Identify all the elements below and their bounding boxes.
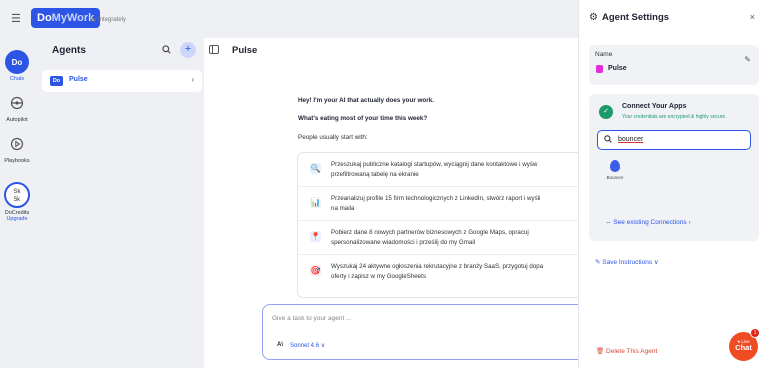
suggestion-item[interactable]: 📊 Przeanalizuj profile 15 firm technolog… [298,187,586,221]
notification-badge: 1 [750,328,760,338]
app-search-value: bouncer [618,136,644,143]
connect-subtitle: Your credentials are encrypted & highly … [622,114,727,120]
search-icon [604,135,612,145]
suggestion-line2: oferty i zapisz w my GoogleSheets [331,272,426,280]
search-icon: 🔍 [310,163,321,174]
name-card: Name Pulse ✎ [589,45,759,85]
play-icon [5,132,29,156]
credits-ring: Sk 5k [4,182,30,208]
question-text: What's eating most of your time this wee… [298,115,428,122]
live-chat-button[interactable]: ● Live Chat 1 [729,328,760,361]
rail-playbooks[interactable]: Playbooks [0,132,34,164]
task-input[interactable]: Give a task to your agent ... A\ Sonnet … [262,304,592,360]
pencil-icon[interactable]: ✎ [744,55,751,64]
by-integrately-label: by Integrately [90,17,127,23]
suggestion-line2: przefiltrowaną tabelę na ekranie [331,170,419,178]
rail-playbooks-label: Playbooks [4,158,30,164]
agent-name: Pulse [69,76,88,83]
logo-mywork: MyWork [51,12,95,24]
rail-chats[interactable]: Do Chats [0,50,34,82]
close-icon[interactable]: × [750,12,755,22]
prompt-text: People usually start with: [298,134,368,141]
target-icon: 🎯 [310,265,321,276]
settings-title: Agent Settings [602,12,670,23]
suggestion-line2: spersonalizowane wiadomości i prześlij d… [331,238,476,246]
logo-do: Do [37,12,52,24]
live-chat-label: Chat [735,343,752,352]
agent-name-value: Pulse [608,65,627,72]
suggestion-line1: Przeszukaj publiczne katalogi startupów,… [331,161,538,168]
name-label: Name [595,51,613,58]
top-bar: ☰ DoMyWork by Integrately [0,0,578,38]
suggestion-item[interactable]: 📍 Pobierz dane 8 nowych partnerów biznes… [298,221,586,255]
chevron-right-icon: › [191,75,194,84]
rail-docredits[interactable]: Sk 5k DoCredits Upgrade [0,182,34,222]
gear-icon: ⚙ [589,12,598,23]
bouncer-app-tile[interactable]: Bouncer [599,156,631,194]
suggestion-line1: Pobierz dane 8 nowych partnerów biznesow… [331,229,529,236]
task-placeholder: Give a task to your agent ... [272,315,352,322]
agents-panel: Agents + Do Pulse › [38,38,204,368]
suggestions-list: 🔍 Przeszukaj publiczne katalogi startupó… [297,152,587,298]
app-search-input[interactable]: bouncer [597,130,751,150]
credits-bottom: 5k [13,197,21,203]
model-selector[interactable]: Sonnet 4.6 ∨ [290,342,325,349]
suggestion-item[interactable]: 🎯 Wyszukaj 24 aktywne ogłoszenia rekruta… [298,255,586,289]
agent-color-swatch[interactable] [596,65,603,73]
chat-title: Pulse [232,45,258,56]
see-connections-link[interactable]: ⇔ See existing Connections › [605,219,691,226]
bouncer-app-name: Bouncer [606,175,624,180]
suggestion-line1: Wyszukaj 24 aktywne ogłoszenia rekrutacy… [331,263,544,270]
greeting-text: Hey! I'm your AI that actually does your… [298,97,434,104]
anthropic-icon: A\ [277,342,283,348]
suggestion-line1: Przeanalizuj profile 15 firm technologic… [331,195,541,202]
chart-icon: 📊 [310,197,321,208]
add-agent-button[interactable]: + [180,42,196,58]
credits-top: Sk [13,189,21,195]
agent-settings-panel: ⚙ Agent Settings × Name Pulse ✎ ✓ Connec… [578,0,768,368]
chat-main: Pulse Hey! I'm your AI that actually doe… [204,38,592,368]
suggestion-item[interactable]: 🔍 Przeszukaj publiczne katalogi startupó… [298,153,586,187]
agents-title: Agents [52,45,86,56]
map-pin-icon: 📍 [310,231,321,242]
agent-row-pulse[interactable]: Do Pulse › [42,70,202,92]
rail-autopilot-label: Autopilot [6,117,28,123]
delete-agent-button[interactable]: 🗑 Delete This Agent [596,347,657,355]
sidebar-toggle-icon[interactable] [209,45,219,54]
autopilot-icon [5,91,29,115]
agent-badge: Do [50,76,63,86]
chats-icon: Do [5,50,29,74]
settings-header: ⚙ Agent Settings × [579,0,768,38]
search-icon[interactable] [162,45,171,56]
rail-autopilot[interactable]: Autopilot [0,91,34,123]
suggestion-line2: na maila [331,204,355,212]
save-instructions-button[interactable]: ✎ Save Instructions ∨ [595,258,659,266]
upgrade-link[interactable]: Upgrade [0,216,34,222]
hamburger-menu-icon[interactable]: ☰ [11,12,21,25]
rail-chats-label: Chats [9,76,25,82]
connect-title: Connect Your Apps [622,103,687,110]
shield-icon: ✓ [599,105,613,119]
left-rail: Do Chats Autopilot Playbooks Sk 5k DoCre… [0,38,34,368]
connect-apps-card: ✓ Connect Your Apps Your credentials are… [589,94,759,241]
bouncer-icon [610,160,620,172]
